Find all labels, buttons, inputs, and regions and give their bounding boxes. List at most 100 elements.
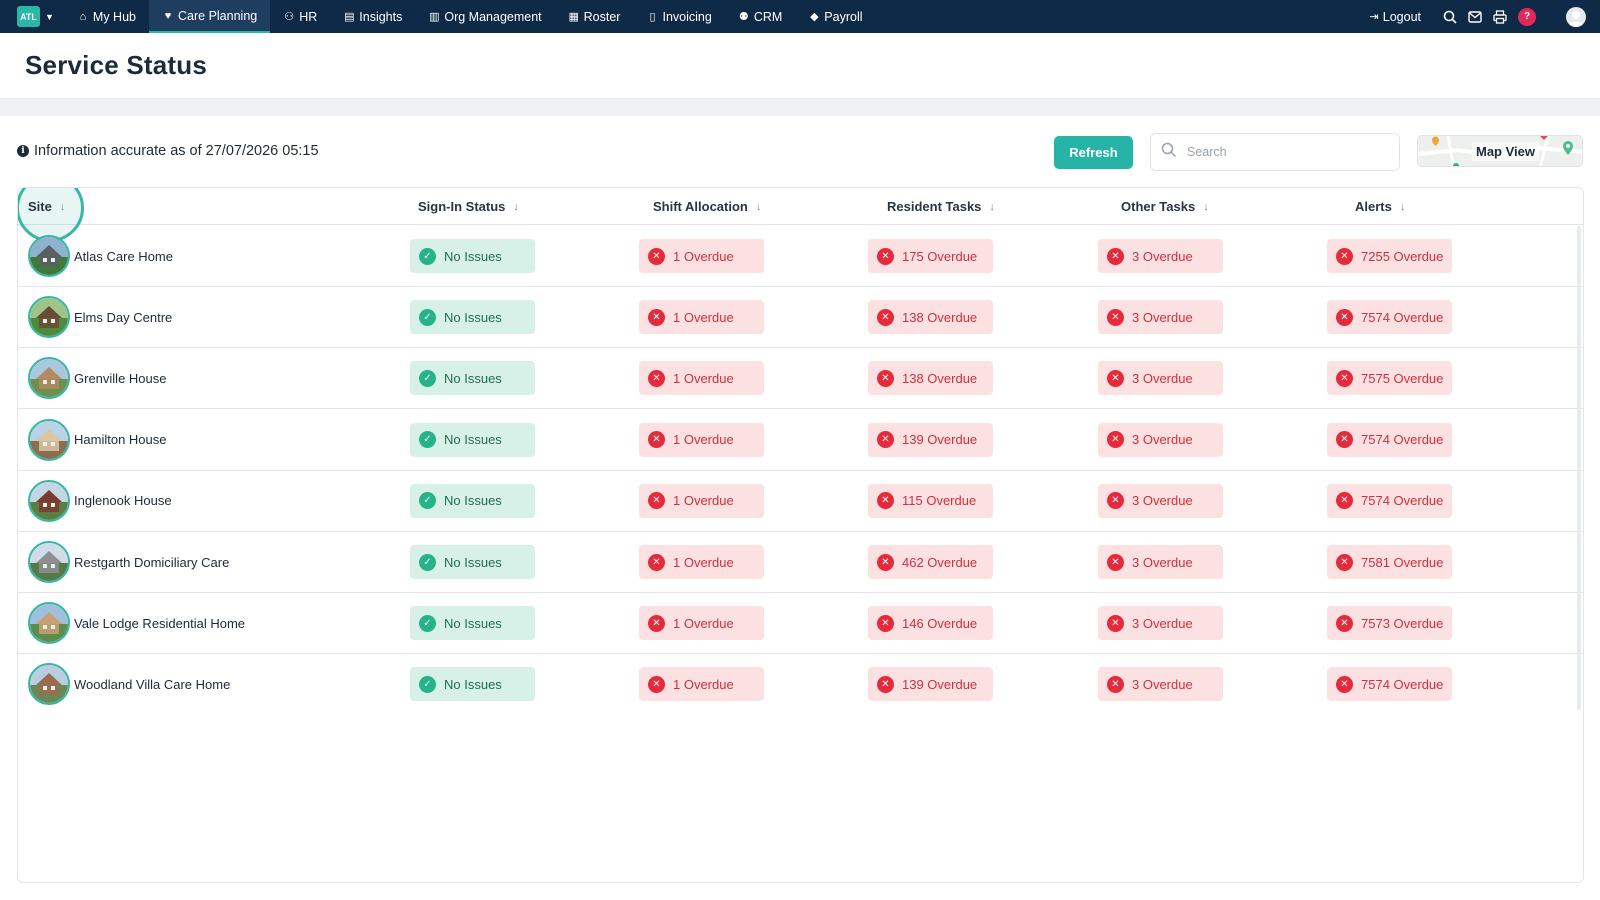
column-header-resident-tasks[interactable]: Resident Tasks ↓ xyxy=(887,188,995,225)
nav-item-roster[interactable]: ▦ Roster xyxy=(555,0,634,33)
status-badge-resident[interactable]: ✕ 138 Overdue xyxy=(868,361,993,396)
user-avatar[interactable] xyxy=(1566,6,1586,27)
site-name-link[interactable]: Grenville House xyxy=(74,371,167,386)
status-badge-other[interactable]: ✕ 3 Overdue xyxy=(1098,300,1223,335)
x-circle-icon: ✕ xyxy=(648,308,665,326)
mail-icon[interactable] xyxy=(1467,9,1482,24)
site-name-link[interactable]: Inglenook House xyxy=(74,493,172,508)
status-badge-sign-in[interactable]: ✓ No Issues xyxy=(410,667,535,702)
search-input[interactable] xyxy=(1187,145,1377,159)
site-name-link[interactable]: Hamilton House xyxy=(74,432,167,447)
column-header-sign-in-status[interactable]: Sign-In Status ↓ xyxy=(418,188,519,225)
status-text: No Issues xyxy=(444,309,502,325)
site-photo xyxy=(28,418,70,461)
x-circle-icon: ✕ xyxy=(1107,675,1124,693)
nav-item-hr[interactable]: ⚇ HR xyxy=(270,0,330,33)
column-label: Site xyxy=(28,199,52,214)
status-badge-sign-in[interactable]: ✓ No Issues xyxy=(410,300,535,335)
status-badge-resident[interactable]: ✕ 175 Overdue xyxy=(868,239,993,273)
status-badge-sign-in[interactable]: ✓ No Issues xyxy=(410,606,535,641)
status-badge-shift[interactable]: ✕ 1 Overdue xyxy=(639,606,764,641)
status-text: 3 Overdue xyxy=(1132,615,1193,631)
nav-item-org-management[interactable]: ▥ Org Management xyxy=(415,0,554,33)
map-view-button[interactable]: Map View xyxy=(1417,135,1583,167)
status-badge-alerts[interactable]: ✕ 7574 Overdue xyxy=(1327,667,1452,702)
nav-item-invoicing[interactable]: ▯ Invoicing xyxy=(633,0,724,33)
status-badge-shift[interactable]: ✕ 1 Overdue xyxy=(639,545,764,579)
nav-item-care-planning[interactable]: ♥ Care Planning xyxy=(149,0,271,33)
status-badge-shift[interactable]: ✕ 1 Overdue xyxy=(639,300,764,335)
check-circle-icon: ✓ xyxy=(419,492,436,510)
status-badge-other[interactable]: ✕ 3 Overdue xyxy=(1098,606,1223,641)
chart-icon: ▤ xyxy=(344,11,355,23)
table-scrollbar[interactable] xyxy=(1577,226,1581,710)
status-badge-alerts[interactable]: ✕ 7574 Overdue xyxy=(1327,300,1452,335)
site-cell: Restgarth Domiciliary Care xyxy=(28,541,229,583)
status-text: 138 Overdue xyxy=(902,370,978,386)
status-text: 1 Overdue xyxy=(673,676,734,692)
search-icon[interactable] xyxy=(1442,9,1457,24)
nav-item-crm[interactable]: ⚉ CRM xyxy=(725,0,795,33)
table-row[interactable]: Woodland Villa Care Home ✓ No Issues ✕ 1 Ove… xyxy=(18,653,1583,715)
status-badge-resident[interactable]: ✕ 139 Overdue xyxy=(868,422,993,457)
table-row[interactable]: Hamilton House ✓ No Issues ✕ 1 Overdue ✕ 139 O… xyxy=(18,409,1583,471)
refresh-button[interactable]: Refresh xyxy=(1054,136,1133,169)
table-row[interactable]: Elms Day Centre ✓ No Issues ✕ 1 Overdue ✕ 138 … xyxy=(18,286,1583,349)
status-badge-resident[interactable]: ✕ 462 Overdue xyxy=(868,545,993,579)
info-text: Information accurate as of 27/07/2026 05… xyxy=(34,143,319,159)
nav-item-my-hub[interactable]: ⌂ My Hub xyxy=(64,0,149,33)
status-text: 139 Overdue xyxy=(902,676,978,692)
table-row[interactable]: Restgarth Domiciliary Care ✓ No Issues ✕ 1 O… xyxy=(18,531,1583,593)
check-circle-icon: ✓ xyxy=(419,247,436,265)
column-header-other-tasks[interactable]: Other Tasks ↓ xyxy=(1121,188,1209,225)
status-badge-resident[interactable]: ✕ 138 Overdue xyxy=(868,300,993,335)
table-row[interactable]: Atlas Care Home ✓ No Issues ✕ 1 Overdue ✕ 175 … xyxy=(18,225,1583,287)
status-badge-other[interactable]: ✕ 3 Overdue xyxy=(1098,545,1223,579)
status-badge-resident[interactable]: ✕ 139 Overdue xyxy=(868,667,993,702)
column-header-site[interactable]: Site ↓ xyxy=(28,188,65,225)
help-icon[interactable]: ? xyxy=(1518,7,1536,26)
table-row[interactable]: Vale Lodge Residential Home ✓ No Issues ✕ 1 … xyxy=(18,592,1583,655)
site-name-link[interactable]: Woodland Villa Care Home xyxy=(74,677,230,692)
nav-item-insights[interactable]: ▤ Insights xyxy=(330,0,415,33)
status-badge-sign-in[interactable]: ✓ No Issues xyxy=(410,239,535,273)
table-row[interactable]: Grenville House ✓ No Issues ✕ 1 Overdue ✕ 138 … xyxy=(18,347,1583,410)
status-badge-shift[interactable]: ✕ 1 Overdue xyxy=(639,667,764,702)
status-badge-alerts[interactable]: ✕ 7255 Overdue xyxy=(1327,239,1452,273)
status-badge-resident[interactable]: ✕ 146 Overdue xyxy=(868,606,993,641)
status-badge-other[interactable]: ✕ 3 Overdue xyxy=(1098,483,1223,518)
site-name-link[interactable]: Atlas Care Home xyxy=(74,249,173,264)
status-badge-alerts[interactable]: ✕ 7573 Overdue xyxy=(1327,606,1452,641)
status-badge-shift[interactable]: ✕ 1 Overdue xyxy=(639,239,764,273)
status-badge-shift[interactable]: ✕ 1 Overdue xyxy=(639,483,764,518)
status-badge-sign-in[interactable]: ✓ No Issues xyxy=(410,483,535,518)
status-badge-alerts[interactable]: ✕ 7574 Overdue xyxy=(1327,483,1452,518)
nav-item-payroll[interactable]: ◆ Payroll xyxy=(795,0,875,33)
site-name-link[interactable]: Restgarth Domiciliary Care xyxy=(74,555,229,570)
table-row[interactable]: Inglenook House ✓ No Issues ✕ 1 Overdue ✕ 115 … xyxy=(18,470,1583,532)
status-badge-shift[interactable]: ✕ 1 Overdue xyxy=(639,361,764,396)
logout-button[interactable]: ⇥ Logout xyxy=(1370,10,1421,24)
status-badge-shift[interactable]: ✕ 1 Overdue xyxy=(639,422,764,457)
print-icon[interactable] xyxy=(1492,9,1507,24)
status-badge-other[interactable]: ✕ 3 Overdue xyxy=(1098,361,1223,396)
column-header-shift-allocation[interactable]: Shift Allocation ↓ xyxy=(653,188,761,225)
site-name-link[interactable]: Elms Day Centre xyxy=(74,310,172,325)
column-header-alerts[interactable]: Alerts ↓ xyxy=(1355,188,1405,225)
status-badge-other[interactable]: ✕ 3 Overdue xyxy=(1098,422,1223,457)
status-badge-other[interactable]: ✕ 3 Overdue xyxy=(1098,667,1223,702)
status-badge-alerts[interactable]: ✕ 7574 Overdue xyxy=(1327,422,1452,457)
status-badge-alerts[interactable]: ✕ 7575 Overdue xyxy=(1327,361,1452,396)
status-badge-other[interactable]: ✕ 3 Overdue xyxy=(1098,239,1223,273)
status-badge-resident[interactable]: ✕ 115 Overdue xyxy=(868,483,993,518)
status-badge-alerts[interactable]: ✕ 7581 Overdue xyxy=(1327,545,1452,579)
x-circle-icon: ✕ xyxy=(877,369,894,387)
x-circle-icon: ✕ xyxy=(877,431,894,449)
top-nav: ATL ▼ ⌂ My Hub ♥ Care Planning ⚇ HR ▤ Insights ▥… xyxy=(0,0,1600,33)
status-badge-sign-in[interactable]: ✓ No Issues xyxy=(410,422,535,457)
site-name-link[interactable]: Vale Lodge Residential Home xyxy=(74,616,245,631)
status-badge-sign-in[interactable]: ✓ No Issues xyxy=(410,545,535,579)
status-badge-sign-in[interactable]: ✓ No Issues xyxy=(410,361,535,396)
brand-switcher[interactable]: ATL ▼ xyxy=(17,6,54,27)
chevron-down-icon: ▼ xyxy=(45,11,54,22)
